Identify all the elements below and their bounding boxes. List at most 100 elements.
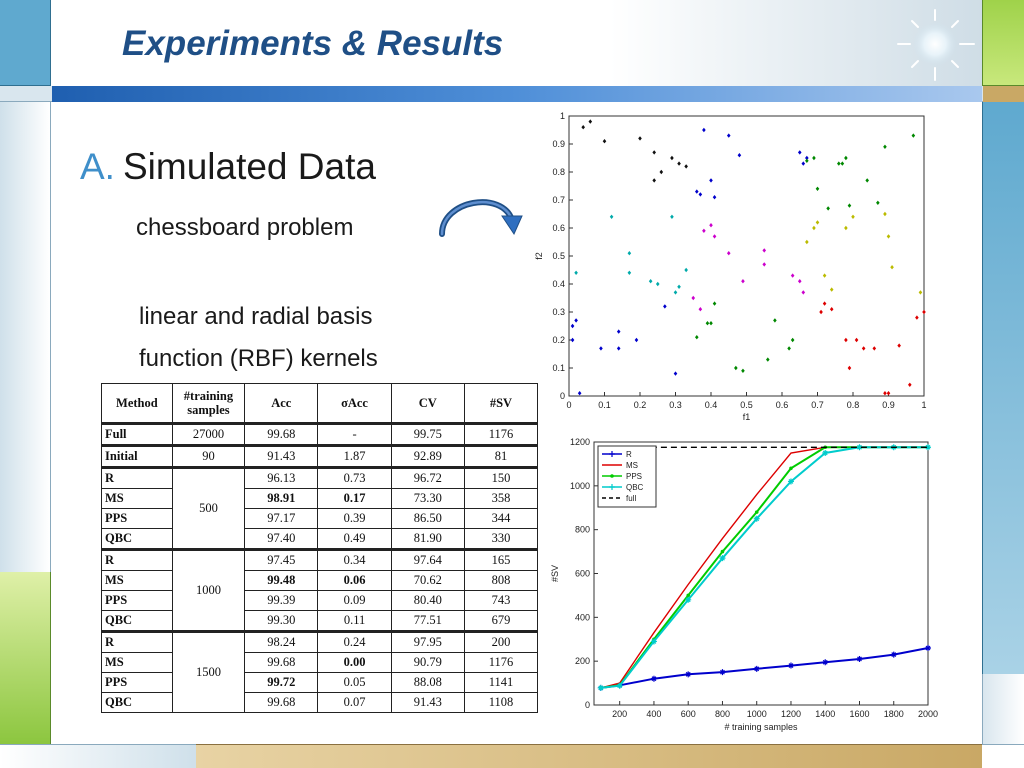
x-tick-label: 1600 <box>849 709 869 719</box>
y-tick-label: 1000 <box>570 481 590 491</box>
subtitle-kernels-line2: function (RBF) kernels <box>139 345 378 372</box>
sparkle-icon <box>897 9 975 81</box>
frame-left-column <box>0 102 51 572</box>
x-tick-label: 400 <box>646 709 661 719</box>
series-marker-PPS <box>720 549 725 554</box>
slide-title: Experiments & Results <box>122 24 504 63</box>
legend-label-full: full <box>626 494 636 503</box>
x-tick-label: 1800 <box>884 709 904 719</box>
table-row: R 500 96.13 0.73 96.72 150 <box>101 466 539 550</box>
x-tick-label: 0.8 <box>847 400 860 410</box>
series-marker-PPS <box>686 593 691 598</box>
group-samples-cell: 1500 <box>171 630 246 713</box>
sv-line-chart: 200 400 600 800 1000 1200 1400 1600 1800 2000 0 200… <box>550 437 938 732</box>
y-tick-label: 600 <box>575 569 590 579</box>
table-row: R 1000 97.45 0.34 97.64 165 <box>101 548 539 632</box>
x-tick-label: 0.3 <box>669 400 682 410</box>
y-tick-label: 800 <box>575 525 590 535</box>
y-tick-label: 0.4 <box>552 279 565 289</box>
frame-header-bar-blue <box>52 86 982 102</box>
x-tick-label: 0.4 <box>705 400 718 410</box>
table-row: QBC 97.40 0.49 81.90 330 <box>101 528 539 550</box>
x-tick-label: 1000 <box>747 709 767 719</box>
frame-right-bottom <box>982 674 1024 744</box>
x-tick-label: 0.2 <box>634 400 647 410</box>
table-row: PPS 97.17 0.39 86.50 344 <box>101 508 539 529</box>
y-axis-label: f2 <box>534 252 544 260</box>
scatter-plot: 0 0.1 0.2 0.3 0.4 0.5 0.6 0.7 0.8 0.9 1 0 0.1 0.2 0.3 0… <box>534 111 927 422</box>
x-tick-label: 200 <box>612 709 627 719</box>
y-tick-label: 0 <box>585 700 590 710</box>
table-header-cv: CV <box>390 383 465 425</box>
table-header-sv: #SV <box>463 383 539 425</box>
frame-header-bar-tan <box>983 86 1024 102</box>
frame-top-right-green <box>982 0 1024 86</box>
x-tick-label: 2000 <box>918 709 938 719</box>
plot-area <box>568 115 925 397</box>
frame-bottom-right <box>982 744 1024 768</box>
series-marker-PPS <box>789 466 793 471</box>
section-heading: A. Simulated Data <box>80 146 376 188</box>
y-tick-label: 0 <box>560 391 565 401</box>
section-letter: A. <box>80 146 115 187</box>
x-tick-label: 1 <box>921 400 926 410</box>
y-tick-label: 0.6 <box>552 223 565 233</box>
y-tick-label: 400 <box>575 612 590 622</box>
x-tick-label: 0.6 <box>776 400 789 410</box>
table-header-row: Method #training samples Acc σAcc CV #SV <box>101 383 539 425</box>
frame-left-green <box>0 572 51 744</box>
x-axis-label: f1 <box>743 412 751 422</box>
group-samples-cell: 500 <box>171 466 246 550</box>
x-tick-label: 0.1 <box>598 400 611 410</box>
table-row: PPS 99.72 0.05 88.08 1141 <box>101 672 539 693</box>
table-row: Full 27000 99.68 - 99.75 1176 <box>101 423 539 446</box>
series-marker-PPS <box>754 510 759 514</box>
y-tick-label: 0.3 <box>552 307 565 317</box>
y-tick-label: 0.1 <box>552 363 565 373</box>
legend-marker-PPS <box>610 474 614 478</box>
table-header-method: Method <box>101 383 173 425</box>
frame-bottom-left <box>0 744 196 768</box>
table-row: MS 98.91 0.17 73.30 358 <box>101 488 539 509</box>
table-header-sigma: σAcc <box>317 383 392 425</box>
x-tick-label: 0.9 <box>882 400 895 410</box>
y-tick-label: 0.2 <box>552 335 565 345</box>
subtitle-kernels: linear and radial basis function (RBF) k… <box>139 296 378 380</box>
y-tick-label: 0.5 <box>552 251 565 261</box>
x-tick-label: 0 <box>566 400 571 410</box>
y-tick-label: 0.8 <box>552 167 565 177</box>
y-tick-label: 200 <box>575 656 590 666</box>
x-tick-label: 600 <box>681 709 696 719</box>
x-tick-label: 0.7 <box>811 400 824 410</box>
section-heading-text: Simulated Data <box>122 146 376 187</box>
x-tick-label: 1200 <box>781 709 801 719</box>
legend-label-QBC: QBC <box>626 483 644 492</box>
y-tick-label: 1 <box>560 111 565 121</box>
table-header-samples: #training samples <box>171 383 246 425</box>
y-tick-label: 0.9 <box>552 139 565 149</box>
frame-bottom-tan <box>196 744 982 768</box>
y-tick-label: 1200 <box>570 437 590 447</box>
table-row: QBC 99.68 0.07 91.43 1108 <box>101 692 539 713</box>
table-row: MS 99.48 0.06 70.62 808 <box>101 570 539 591</box>
table-row: MS 99.68 0.00 90.79 1176 <box>101 652 539 673</box>
frame-right-teal <box>982 102 1024 674</box>
x-tick-label: 0.5 <box>740 400 753 410</box>
frame-top-left-teal <box>0 0 51 86</box>
table-row: QBC 99.30 0.11 77.51 679 <box>101 610 539 632</box>
x-axis-label: # training samples <box>724 722 798 732</box>
legend-label-R: R <box>626 450 632 459</box>
table-row: R 1500 98.24 0.24 97.95 200 <box>101 630 539 713</box>
legend-label-MS: MS <box>626 461 638 470</box>
curved-arrow-icon <box>439 199 523 237</box>
y-tick-label: 0.7 <box>552 195 565 205</box>
table-row: PPS 99.39 0.09 80.40 743 <box>101 590 539 611</box>
results-table: Method #training samples Acc σAcc CV #SV… <box>101 383 539 713</box>
table-header-acc: Acc <box>244 383 319 425</box>
table-row: Initial 90 91.43 1.87 92.89 81 <box>101 444 539 468</box>
y-axis-label: #SV <box>550 565 560 582</box>
subtitle-chessboard: chessboard problem <box>136 214 354 241</box>
legend-label-PPS: PPS <box>626 472 642 481</box>
x-tick-label: 800 <box>715 709 730 719</box>
x-tick-label: 1400 <box>815 709 835 719</box>
